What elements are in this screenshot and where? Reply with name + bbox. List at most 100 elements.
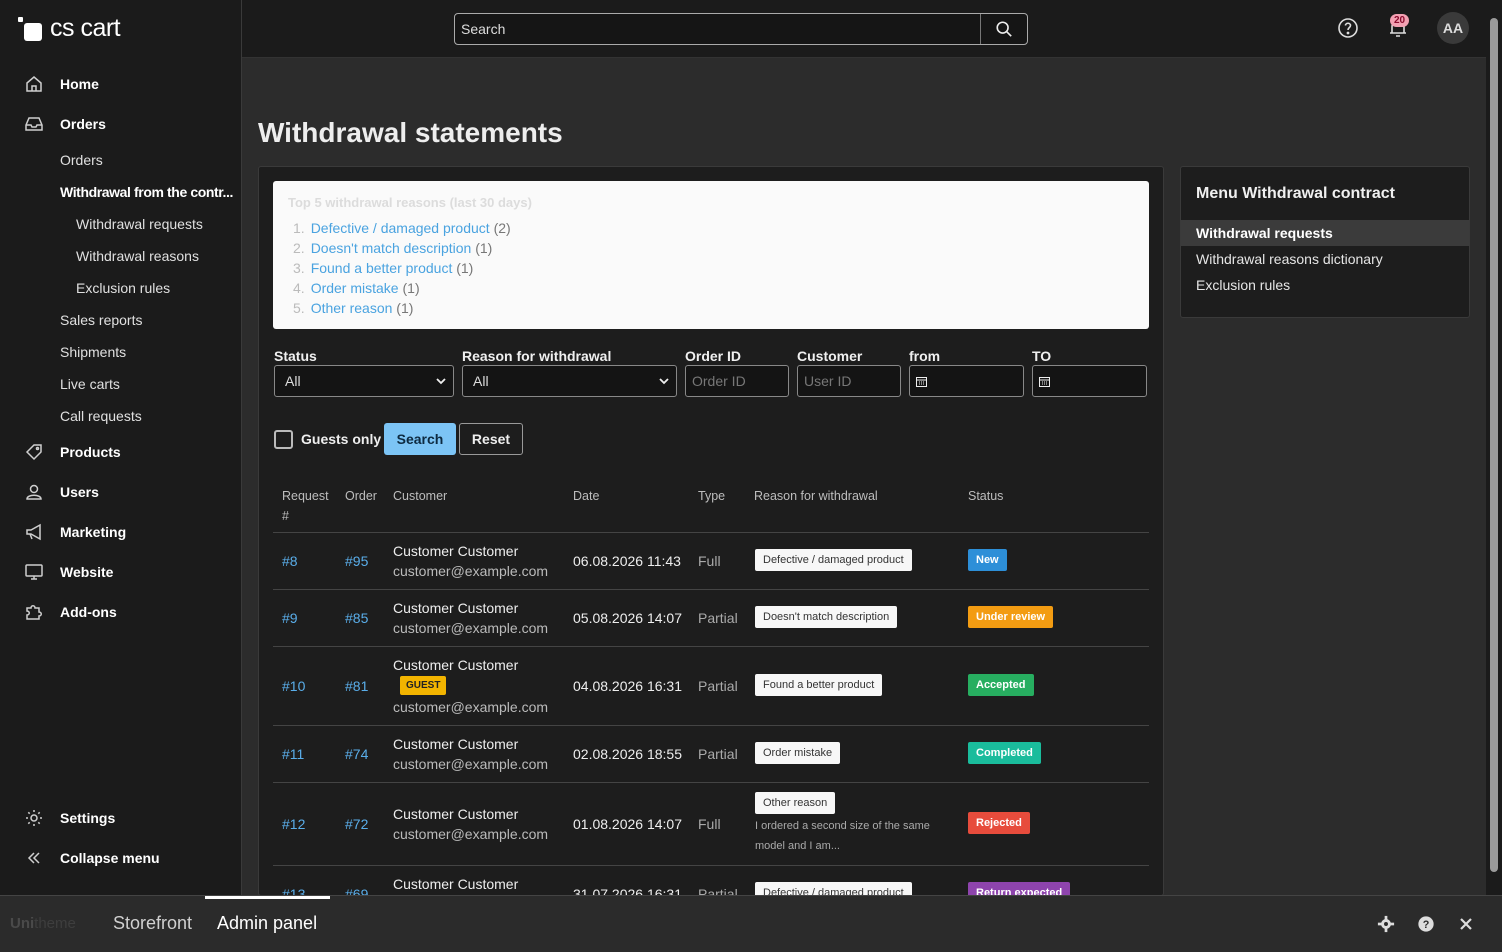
table-row[interactable]: #9 #85 Customer Customer customer@exampl…	[273, 589, 1149, 646]
search-button[interactable]	[981, 14, 1027, 44]
search-submit-button[interactable]: Search	[384, 423, 456, 455]
customer-name[interactable]: Customer Customer	[393, 657, 518, 673]
chevron-down-icon	[436, 378, 446, 385]
main-card: Top 5 withdrawal reasons (last 30 days) …	[258, 166, 1164, 896]
to-filter-label: TO	[1032, 348, 1052, 364]
order-link[interactable]: #95	[345, 553, 368, 569]
sidebar-item-products[interactable]: Products	[24, 442, 121, 462]
sidebar-item-label: Marketing	[60, 524, 127, 540]
table-row[interactable]: #8 #95 Customer Customer customer@exampl…	[273, 532, 1149, 589]
guests-only-label[interactable]: Guests only	[301, 431, 381, 447]
table-row[interactable]: #10 #81 Customer Customer GUEST customer…	[273, 646, 1149, 725]
home-icon	[26, 76, 42, 92]
logo[interactable]: cs cart	[18, 14, 121, 43]
chevron-down-icon	[659, 378, 669, 385]
status-select[interactable]: All	[274, 365, 454, 397]
tab-storefront[interactable]: Storefront	[113, 913, 192, 934]
page-scrollbar[interactable]	[1486, 0, 1502, 895]
sidebar-sub-sales-reports[interactable]: Sales reports	[60, 312, 142, 328]
side-menu-exclusion-rules[interactable]: Exclusion rules	[1181, 272, 1469, 298]
gear-icon[interactable]	[1376, 914, 1396, 934]
sidebar-sub-live-carts[interactable]: Live carts	[60, 376, 120, 392]
sidebar-sub-orders[interactable]: Orders	[60, 152, 103, 168]
request-link[interactable]: #11	[282, 746, 304, 762]
sidebar-sub-withdrawal-requests[interactable]: Withdrawal requests	[76, 216, 203, 232]
side-menu-reasons-dictionary[interactable]: Withdrawal reasons dictionary	[1181, 246, 1469, 272]
avatar[interactable]: AA	[1437, 12, 1469, 44]
sidebar-item-website[interactable]: Website	[24, 562, 113, 582]
sidebar-sub-withdrawal[interactable]: Withdrawal from the contr...	[60, 184, 233, 200]
sidebar-item-addons[interactable]: Add-ons	[24, 602, 117, 622]
collapse-menu-button[interactable]: Collapse menu	[24, 848, 160, 868]
sidebar-item-marketing[interactable]: Marketing	[24, 522, 126, 542]
reason-link[interactable]: Other reason	[311, 300, 393, 316]
sidebar-sub-withdrawal-reasons[interactable]: Withdrawal reasons	[76, 248, 199, 264]
sidebar-item-home[interactable]: Home	[24, 74, 99, 94]
side-menu-withdrawal-requests[interactable]: Withdrawal requests	[1181, 220, 1469, 246]
topbar: 20 AA	[242, 0, 1486, 58]
sidebar-item-users[interactable]: Users	[24, 482, 99, 502]
reason-count: (2)	[493, 220, 511, 236]
col-header-reason: Reason for withdrawal	[754, 489, 878, 503]
guest-badge: GUEST	[400, 676, 447, 695]
sidebar-sub-shipments[interactable]: Shipments	[60, 344, 126, 360]
reason-link[interactable]: Found a better product	[311, 260, 453, 276]
order-link[interactable]: #85	[345, 610, 368, 626]
close-icon[interactable]	[1456, 914, 1476, 934]
status-badge: Rejected	[968, 812, 1030, 834]
reason-link[interactable]: Order mistake	[311, 280, 399, 296]
request-link[interactable]: #9	[282, 610, 298, 626]
customer-name[interactable]: Customer Customer	[393, 806, 518, 822]
reason-filter-label: Reason for withdrawal	[462, 348, 612, 364]
order-id-input[interactable]: Order ID	[685, 365, 789, 397]
status-badge: Return expected	[968, 882, 1071, 895]
customer-name[interactable]: Customer Customer	[393, 736, 518, 752]
customer-id-input[interactable]: User ID	[797, 365, 901, 397]
help-icon[interactable]: ?	[1416, 914, 1436, 934]
help-icon[interactable]	[1337, 17, 1359, 39]
col-header-request: Request #	[282, 489, 329, 523]
customer-name[interactable]: Customer Customer	[393, 876, 518, 892]
search-input[interactable]	[455, 14, 981, 44]
status-badge: New	[968, 549, 1007, 571]
bottom-bar: Unitheme Storefront Admin panel ?	[0, 895, 1502, 952]
request-link[interactable]: #10	[282, 678, 305, 694]
reason-link[interactable]: Doesn't match description	[311, 240, 472, 256]
reason-chip: Found a better product	[755, 674, 883, 696]
reason-chip: Doesn't match description	[755, 606, 898, 628]
customer-filter-label: Customer	[797, 348, 863, 364]
logo-icon	[18, 16, 44, 41]
tab-admin-panel[interactable]: Admin panel	[217, 913, 317, 934]
request-link[interactable]: #12	[282, 816, 305, 832]
table-row[interactable]: #11 #74 Customer Customer customer@examp…	[273, 725, 1149, 782]
sidebar-sub-call-requests[interactable]: Call requests	[60, 408, 142, 424]
reset-button[interactable]: Reset	[459, 423, 523, 455]
to-date-input[interactable]	[1032, 365, 1147, 397]
sidebar-sub-exclusion-rules[interactable]: Exclusion rules	[76, 280, 170, 296]
reason-select[interactable]: All	[462, 365, 677, 397]
unitheme-logo: Unitheme	[10, 915, 76, 932]
reason-rank: 5.	[293, 300, 305, 316]
scroll-thumb[interactable]	[1490, 18, 1498, 872]
table-row[interactable]: #12 #72 Customer Customer customer@examp…	[273, 782, 1149, 865]
order-link[interactable]: #72	[345, 816, 368, 832]
customer-name[interactable]: Customer Customer	[393, 543, 518, 559]
brand-part: Uni	[10, 915, 35, 932]
request-link[interactable]: #8	[282, 553, 298, 569]
from-date-input[interactable]	[909, 365, 1024, 397]
order-link[interactable]: #74	[345, 746, 368, 762]
customer-email: customer@example.com	[393, 620, 549, 636]
sidebar-item-settings[interactable]: Settings	[24, 808, 115, 828]
reason-link[interactable]: Defective / damaged product	[311, 220, 490, 236]
reason-count: (1)	[396, 300, 414, 316]
top-reasons-title: Top 5 withdrawal reasons (last 30 days)	[288, 195, 532, 210]
guests-only-checkbox[interactable]	[274, 430, 293, 449]
reason-rank: 3.	[293, 260, 305, 276]
table-row[interactable]: #13 #69 Customer Customer 31.07.2026 16:…	[273, 865, 1149, 895]
reason-note: I ordered a second size of the same mode…	[755, 820, 930, 852]
sidebar-item-orders[interactable]: Orders	[24, 114, 106, 134]
request-date: 01.08.2026 14:07	[573, 816, 682, 832]
customer-name[interactable]: Customer Customer	[393, 600, 518, 616]
reason-count: (1)	[475, 240, 493, 256]
order-link[interactable]: #81	[345, 678, 368, 694]
